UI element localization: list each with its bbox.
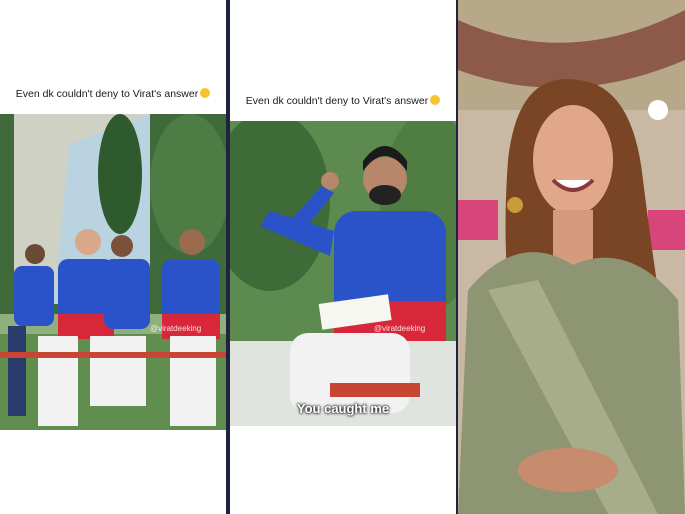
- portrait-panel-right: [458, 0, 685, 514]
- caption-left-text: Even dk couldn't deny to Virat's answer: [15, 88, 199, 100]
- watermark-left: @viratdeeking: [150, 324, 202, 333]
- divider-1: [226, 0, 229, 514]
- video-panel-middle: Even dk couldn't deny to Virat's answer …: [230, 0, 456, 514]
- players-group-photo: [0, 114, 226, 430]
- dk-interview-photo: [230, 121, 456, 426]
- caption-left: Even dk couldn't deny to Virat's answer: [0, 88, 226, 100]
- video-panel-left: Even dk couldn't deny to Virat's answer …: [0, 0, 226, 514]
- bottom-area-left: [0, 432, 226, 514]
- laughing-emoji-icon: [430, 95, 441, 105]
- watermark-middle: @viratdeeking: [374, 324, 426, 333]
- bottom-area-middle: [230, 428, 456, 514]
- laughing-emoji-icon: [200, 88, 211, 98]
- caption-middle: Even dk couldn't deny to Virat's answer: [230, 95, 456, 107]
- woman-portrait-photo: [458, 0, 685, 514]
- caption-middle-text: Even dk couldn't deny to Virat's answer: [245, 95, 429, 107]
- video-subtitle: You caught me: [296, 401, 390, 416]
